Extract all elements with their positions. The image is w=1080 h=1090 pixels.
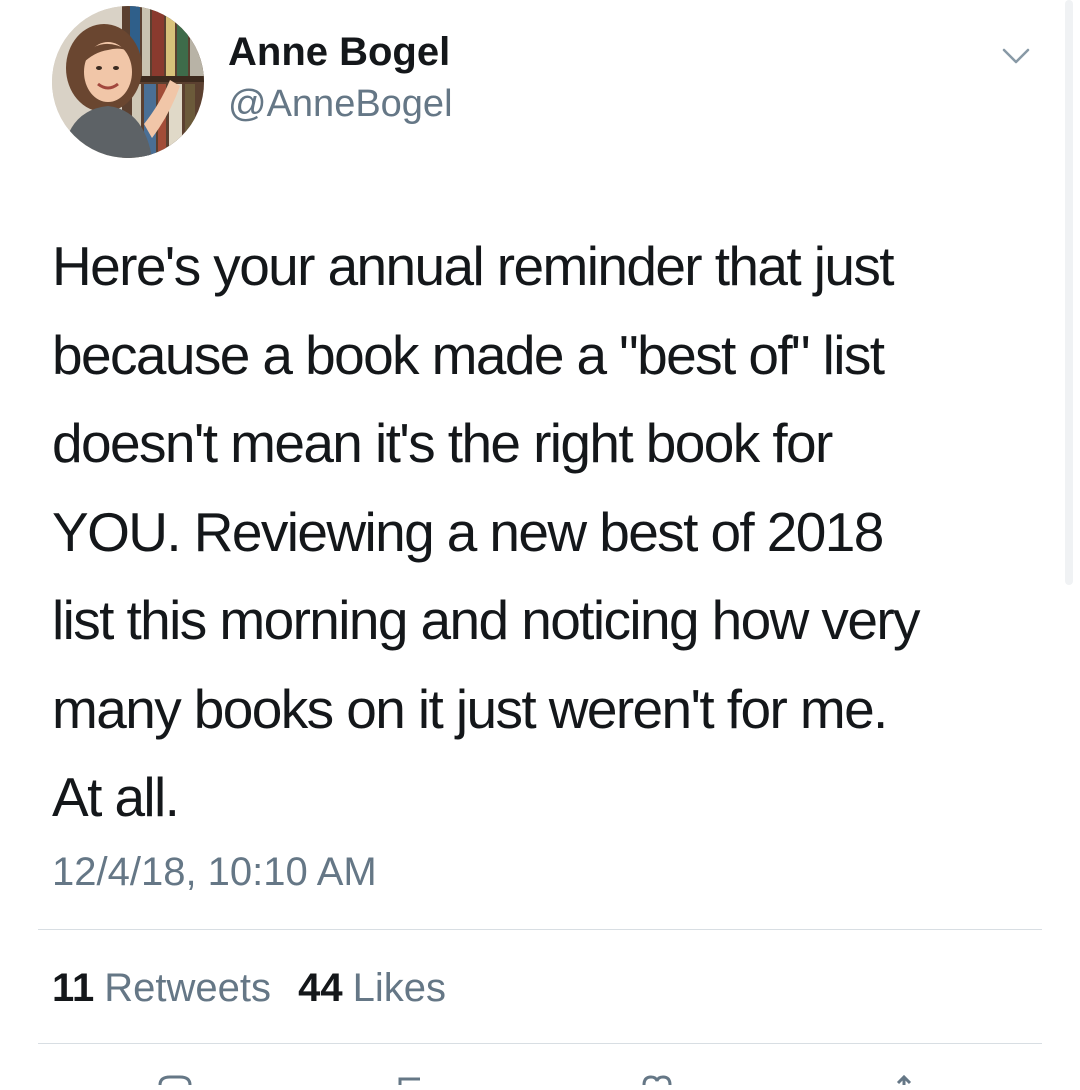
scrollbar[interactable]	[1065, 0, 1073, 585]
tweet-stats: 11 Retweets 44 Likes	[52, 964, 462, 1012]
tweet-timestamp[interactable]: 12/4/18, 10:10 AM	[52, 848, 377, 896]
divider	[38, 1043, 1042, 1044]
reply-icon[interactable]	[158, 1072, 192, 1086]
retweet-icon[interactable]	[396, 1072, 430, 1085]
retweets-label: Retweets	[104, 966, 272, 1010]
likes-label: Likes	[352, 966, 447, 1010]
author-name[interactable]: Anne Bogel	[228, 30, 450, 74]
avatar-photo	[52, 6, 204, 158]
tweet-card: Anne Bogel @AnneBogel Here's your annual…	[0, 0, 1080, 1086]
retweets-stat[interactable]: 11 Retweets	[52, 964, 271, 1012]
share-icon[interactable]	[892, 1072, 916, 1085]
chevron-down-icon[interactable]	[998, 44, 1034, 72]
retweets-count: 11	[52, 966, 95, 1010]
likes-stat[interactable]: 44 Likes	[298, 964, 446, 1012]
likes-count: 44	[298, 966, 343, 1010]
author-handle[interactable]: @AnneBogel	[228, 82, 453, 126]
divider	[38, 929, 1042, 930]
tweet-text: Here's your annual reminder that just be…	[52, 235, 921, 828]
heart-icon[interactable]	[640, 1072, 674, 1086]
avatar[interactable]	[52, 6, 204, 158]
